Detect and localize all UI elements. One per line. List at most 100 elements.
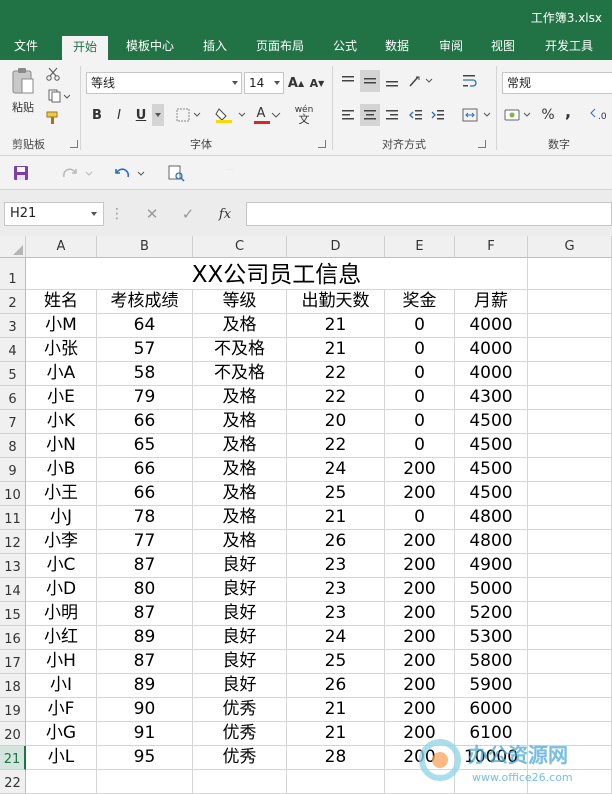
cell-g4[interactable] [528,338,612,362]
cancel-button[interactable]: ✕ [140,204,164,224]
cell-a22[interactable] [26,770,97,794]
cell-d10[interactable]: 25 [287,482,385,506]
merge-center-button[interactable] [460,104,494,126]
row-header-22[interactable]: 22 [0,770,26,794]
cell-f12[interactable]: 4800 [455,530,528,554]
cell-c15[interactable]: 良好 [193,602,287,626]
cell-d21[interactable]: 28 [287,746,385,770]
cell-b13[interactable]: 87 [97,554,193,578]
tab-template-center[interactable]: 模板中心 [118,34,182,60]
cell-b8[interactable]: 65 [97,434,193,458]
print-preview-button[interactable] [164,162,188,184]
font-launcher-icon[interactable] [318,140,326,148]
column-header-a[interactable]: A [26,236,97,258]
cell-g9[interactable] [528,458,612,482]
cell-b3[interactable]: 64 [97,314,193,338]
cell-e14[interactable]: 200 [385,578,455,602]
cell-g2[interactable] [528,290,612,314]
cell-e16[interactable]: 200 [385,626,455,650]
cell-e12[interactable]: 200 [385,530,455,554]
cell-a18[interactable]: 小I [26,674,97,698]
font-size-select[interactable]: 14 [244,72,284,94]
cell-a15[interactable]: 小明 [26,602,97,626]
column-header-e[interactable]: E [385,236,455,258]
row-header-15[interactable]: 15 [0,602,26,626]
cell-c4[interactable]: 不及格 [193,338,287,362]
cell-a3[interactable]: 小M [26,314,97,338]
row-header-18[interactable]: 18 [0,674,26,698]
shrink-font-button[interactable]: A ▼ [308,72,326,94]
row-header-11[interactable]: 11 [0,506,26,530]
align-middle-button[interactable] [360,70,380,92]
cell-b5[interactable]: 58 [97,362,193,386]
tab-file[interactable]: 文件 [0,34,52,60]
row-header-3[interactable]: 3 [0,314,26,338]
cell-f18[interactable]: 5900 [455,674,528,698]
row-header-17[interactable]: 17 [0,650,26,674]
cell-c9[interactable]: 及格 [193,458,287,482]
name-box[interactable]: H21 [4,202,104,226]
cell-a19[interactable]: 小F [26,698,97,722]
save-button[interactable] [10,162,32,184]
cell-d2[interactable]: 出勤天数 [287,290,385,314]
cell-d20[interactable]: 21 [287,722,385,746]
cell-f10[interactable]: 4500 [455,482,528,506]
underline-button[interactable]: U [132,104,150,126]
align-top-button[interactable] [338,70,358,92]
cell-a21[interactable]: 小L [26,746,97,770]
cell-b10[interactable]: 66 [97,482,193,506]
cell-a12[interactable]: 小李 [26,530,97,554]
cell-g18[interactable] [528,674,612,698]
cell-g5[interactable] [528,362,612,386]
cell-d12[interactable]: 26 [287,530,385,554]
enter-button[interactable]: ✓ [176,204,200,224]
cell-a7[interactable]: 小K [26,410,97,434]
clipboard-launcher-icon[interactable] [70,140,78,148]
cell-d15[interactable]: 23 [287,602,385,626]
cell-f5[interactable]: 4000 [455,362,528,386]
cell-b19[interactable]: 90 [97,698,193,722]
percent-button[interactable]: % [538,104,558,126]
cell-d14[interactable]: 23 [287,578,385,602]
cell-f7[interactable]: 4500 [455,410,528,434]
cell-g7[interactable] [528,410,612,434]
font-color-button[interactable]: A [252,104,286,126]
row-header-7[interactable]: 7 [0,410,26,434]
cell-a5[interactable]: 小A [26,362,97,386]
cell-g15[interactable] [528,602,612,626]
formula-input[interactable] [246,202,612,226]
tab-home[interactable]: 开始 [62,36,108,60]
cell-g17[interactable] [528,650,612,674]
cell-e8[interactable]: 0 [385,434,455,458]
cell-b11[interactable]: 78 [97,506,193,530]
cell-d3[interactable]: 21 [287,314,385,338]
cell-e5[interactable]: 0 [385,362,455,386]
column-header-b[interactable]: B [97,236,193,258]
cell-g12[interactable] [528,530,612,554]
cell-g19[interactable] [528,698,612,722]
cell-d4[interactable]: 21 [287,338,385,362]
redo-button[interactable] [58,162,98,184]
cell-e17[interactable]: 200 [385,650,455,674]
underline-dropdown[interactable] [152,104,164,126]
row-header-4[interactable]: 4 [0,338,26,362]
cell-b16[interactable]: 89 [97,626,193,650]
cell-g8[interactable] [528,434,612,458]
row-header-9[interactable]: 9 [0,458,26,482]
cell-g14[interactable] [528,578,612,602]
cell-b4[interactable]: 57 [97,338,193,362]
cell-d8[interactable]: 22 [287,434,385,458]
cell-f13[interactable]: 4900 [455,554,528,578]
cell-b9[interactable]: 66 [97,458,193,482]
sheet-title-cell[interactable]: XX公司员工信息 [26,258,528,290]
cell-a10[interactable]: 小王 [26,482,97,506]
cell-a14[interactable]: 小D [26,578,97,602]
cell-g10[interactable] [528,482,612,506]
cell-e2[interactable]: 奖金 [385,290,455,314]
cell-c5[interactable]: 不及格 [193,362,287,386]
cell-a20[interactable]: 小G [26,722,97,746]
cell-b6[interactable]: 79 [97,386,193,410]
increase-indent-button[interactable] [428,104,448,126]
cell-c6[interactable]: 及格 [193,386,287,410]
tab-page-layout[interactable]: 页面布局 [248,34,312,60]
